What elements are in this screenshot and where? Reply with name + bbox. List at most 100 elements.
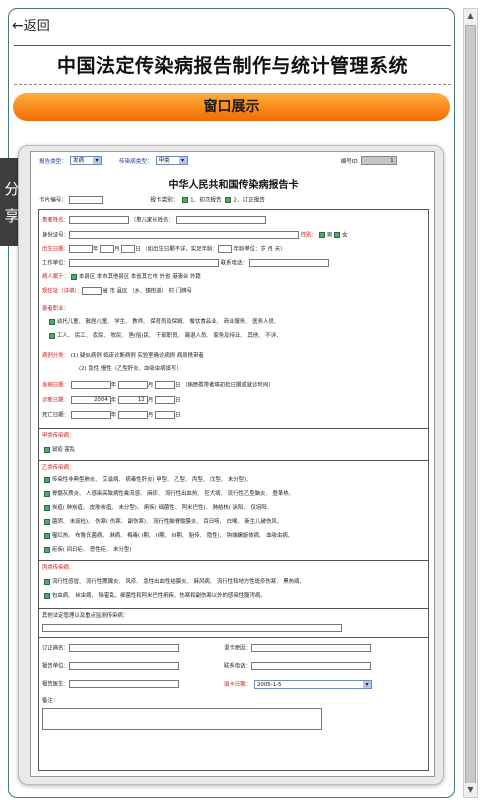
scroll-up-icon[interactable]: ▲ <box>464 9 477 23</box>
scroll-down-icon[interactable]: ▼ <box>464 783 477 797</box>
arrow-left-icon: ← <box>12 18 24 34</box>
dob-day-field[interactable] <box>121 245 136 253</box>
occupation-label: 患者职业： <box>42 306 69 312</box>
death-day-field[interactable] <box>154 411 175 419</box>
dob-month-field[interactable] <box>100 245 115 253</box>
work-unit-field[interactable] <box>68 259 219 267</box>
patient-name-field[interactable] <box>68 216 129 224</box>
gender-male: 男 <box>326 232 333 239</box>
checkbox-icon[interactable] <box>49 332 55 339</box>
dashed-divider <box>14 84 451 85</box>
checkbox-icon[interactable] <box>44 532 50 539</box>
card-no-row: 卡片编号： 报卡类别： 1、初次报告 2、订正报告 <box>39 196 265 206</box>
other-field[interactable] <box>42 624 342 632</box>
revised-name-field[interactable] <box>68 644 179 652</box>
section-banner[interactable]: 窗口展示 <box>13 93 450 121</box>
class-c-line-1: 流行性感冒、 流行性腮腺炎、 风疹、 急性出血性结膜炎、 麻风病、 流行性和地方… <box>52 579 305 585</box>
work-unit-label: 工作单位： <box>42 260 69 267</box>
report-unit-field[interactable] <box>68 662 179 670</box>
death-year-field[interactable] <box>70 411 111 419</box>
scrollbar-thumb[interactable] <box>465 25 476 785</box>
belong-options: 本县区 本市其他县区 本省其它市 外省 港澳台 外籍 <box>78 274 201 280</box>
onset-year-field[interactable] <box>70 381 111 389</box>
dob-note: （如出生日期不详，实足年龄： <box>142 246 218 253</box>
scrollbar[interactable]: ▲ ▼ <box>463 8 478 798</box>
onset-label: 发病日期： <box>42 382 69 389</box>
checkbox-icon[interactable] <box>44 476 50 483</box>
fill-date-select[interactable]: 2005-1-5 <box>253 680 372 689</box>
report-category-option-2: 2、订正报告 <box>233 197 265 204</box>
radio-icon[interactable] <box>334 232 341 238</box>
other-label: 其他法定管理以及重点监测传染病： <box>42 613 129 619</box>
guardian-name-field[interactable] <box>175 216 266 224</box>
address-parts: 省 市 县区 （乡、镇街道） 村 门牌号 <box>102 288 192 295</box>
dob-year-field[interactable] <box>68 245 93 253</box>
death-label: 死亡日期： <box>42 412 69 419</box>
death-month-field[interactable] <box>117 411 148 419</box>
radio-icon[interactable] <box>318 232 325 238</box>
checkbox-icon[interactable] <box>44 518 50 525</box>
report-type-select[interactable]: 发病 <box>69 156 102 165</box>
back-label: 返回 <box>23 19 50 34</box>
report-category-option-1: 1、初次报告 <box>190 197 222 204</box>
month-unit: 月 <box>147 382 154 389</box>
remark-label: 备注： <box>42 698 59 704</box>
checkbox-icon[interactable] <box>44 446 50 453</box>
diagnosis-month-field[interactable]: 12 <box>117 396 148 404</box>
address-field[interactable] <box>82 287 103 295</box>
onset-day-field[interactable] <box>154 381 175 389</box>
disease-type-label: 传染病类型： <box>118 158 153 165</box>
month-unit: 月 <box>147 397 154 404</box>
gender-label: 性别： <box>300 232 317 239</box>
class-b-line-3: 炭疽( 肺炭疽、 皮肤炭疽、 未分型)、 痢疾( 细菌性、 阿米巴性)、 肺结核… <box>52 505 273 511</box>
revised-name-label: 订正病名： <box>42 645 69 652</box>
checkbox-icon[interactable] <box>44 546 50 553</box>
checkbox-icon[interactable] <box>44 578 50 585</box>
back-link[interactable]: ←返回 <box>12 15 50 34</box>
doctor-field[interactable] <box>68 680 179 688</box>
checkbox-icon[interactable] <box>49 318 55 325</box>
case-class-label: 病例分类： <box>42 353 69 359</box>
number-field: 1 <box>360 156 397 165</box>
disease-type-select[interactable]: 甲类 <box>155 156 188 165</box>
age-field[interactable] <box>217 245 232 253</box>
report-card-image: 报告类型： 发病 传染病类型： 甲类 编号ID 1 中华人民共和国传染病报告卡 … <box>18 145 444 785</box>
number-label: 编号ID <box>340 158 358 165</box>
onset-month-field[interactable] <box>117 381 148 389</box>
doctor-label: 报告医生： <box>42 681 69 688</box>
phone-label: 联系电话： <box>220 260 248 267</box>
checkbox-icon[interactable] <box>182 197 189 203</box>
checkbox-icon[interactable] <box>225 197 232 203</box>
checkbox-icon[interactable] <box>44 592 50 599</box>
card-no-field[interactable] <box>68 196 103 204</box>
reject-reason-field[interactable] <box>250 644 371 652</box>
contact-phone-field[interactable] <box>250 662 371 670</box>
class-b-label: 乙类传染病： <box>42 465 75 471</box>
remark-field[interactable] <box>42 708 322 730</box>
class-b-line-5: 猩红热、 布鲁氏菌病、 淋病、 梅毒( I期、 II期、 III期、 胎传、 隐… <box>52 533 294 539</box>
patient-name-label: 患者姓名： <box>42 217 69 224</box>
day-unit: 日 <box>174 382 181 389</box>
id-field[interactable] <box>68 231 299 239</box>
diagnosis-day-field[interactable] <box>154 396 175 404</box>
year-unit: 年 <box>92 246 99 253</box>
phone-field[interactable] <box>249 259 330 267</box>
id-label: 身份证号： <box>42 232 69 239</box>
diagnosis-year-field[interactable]: 2004 <box>70 396 111 404</box>
fill-date-label: 填卡日期： <box>224 682 251 688</box>
dob-label: 出生日期： <box>42 246 69 253</box>
contact-phone-label: 联系电话： <box>224 663 251 670</box>
case-class-line-1: (1) 疑似病例 临床诊断病例 实验室确诊病例 病原携带者 <box>70 353 204 359</box>
app-window: ←返回 中国法定传染病报告制作与统计管理系统 窗口展示 分 享 ▲ ▼ 报告类型… <box>0 0 480 800</box>
checkbox-icon[interactable] <box>44 504 50 511</box>
section-divider <box>39 637 428 638</box>
checkbox-icon[interactable] <box>44 490 50 497</box>
report-category-label: 报卡类别： <box>150 197 179 204</box>
occupation-line-2: 工人、 民工、 农民、 牧民、 渔(船)民、 干部职员、 离退人员、 家务及待业… <box>57 333 282 339</box>
checkbox-icon[interactable] <box>70 273 77 280</box>
guardian-name-label: （患儿家长姓名： <box>130 217 174 224</box>
report-type-label: 报告类型： <box>39 158 67 165</box>
class-b-line-2: 脊髓灰质炎、 人感染高致病性禽流感、 麻疹、 流行性出血热、 狂犬病、 流行性乙… <box>52 491 295 497</box>
day-unit: 日 <box>174 397 181 404</box>
reject-reason-label: 退卡原因： <box>224 645 251 652</box>
